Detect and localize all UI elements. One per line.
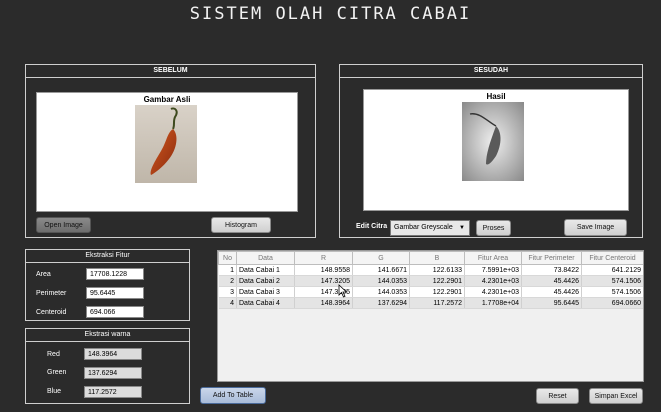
open-image-button[interactable]: Open Image (36, 217, 91, 233)
data-table: No Data R G B Fitur Area Fitur Perimeter… (218, 251, 643, 309)
table-cell: 45.4426 (521, 275, 582, 287)
centroid-field[interactable]: 694.066 (86, 306, 144, 318)
table-cell: Data Cabai 4 (236, 297, 295, 309)
save-image-button[interactable]: Save Image (564, 219, 627, 236)
col-header-g[interactable]: G (352, 251, 410, 265)
table-cell: 148.9558 (294, 264, 353, 276)
original-chili-image (135, 105, 197, 183)
data-table-container[interactable]: No Data R G B Fitur Area Fitur Perimeter… (217, 250, 644, 382)
col-header-area[interactable]: Fitur Area (464, 251, 522, 265)
green-field[interactable]: 137.6294 (84, 367, 142, 379)
table-cell: Data Cabai 2 (236, 275, 295, 287)
col-header-perimeter[interactable]: Fitur Perimeter (521, 251, 582, 265)
edit-mode-value: Gambar Greyscale (394, 224, 453, 231)
table-cell: 144.0353 (352, 275, 410, 287)
table-cell: 148.3964 (294, 297, 353, 309)
table-cell: 3 (218, 286, 237, 298)
table-cell: Data Cabai 3 (236, 286, 295, 298)
before-panel: SEBELUM Gambar Asli Open Image Histogram (25, 64, 316, 238)
edit-mode-select[interactable]: Gambar Greyscale ▼ (390, 220, 470, 236)
table-cell: 1.7708e+04 (464, 297, 522, 309)
after-panel: SESUDAH Hasil Edit Citra Gambar Greyscal… (339, 64, 643, 238)
col-header-no[interactable]: No (218, 251, 237, 265)
color-extraction-panel: Ekstrasi warna Red 148.3964 Green 137.62… (25, 328, 190, 404)
red-field[interactable]: 148.3964 (84, 348, 142, 360)
col-header-centroid[interactable]: Fitur Centeroid (581, 251, 643, 265)
feature-extraction-header: Ekstraksi Fitur (26, 250, 189, 263)
centroid-label: Centeroid (36, 309, 67, 316)
perimeter-field[interactable]: 95.6445 (86, 287, 144, 299)
table-cell: 4.2301e+03 (464, 286, 522, 298)
histogram-button[interactable]: Histogram (211, 217, 271, 233)
table-cell: 574.1506 (581, 275, 643, 287)
table-cell: Data Cabai 1 (236, 264, 295, 276)
table-cell: 4 (218, 297, 237, 309)
table-cell: 117.2572 (409, 297, 465, 309)
table-header-row: No Data R G B Fitur Area Fitur Perimeter… (218, 251, 643, 265)
table-row[interactable]: 1 Data Cabai 1 148.9558 141.6671 122.613… (218, 264, 643, 276)
chevron-down-icon: ▼ (459, 225, 465, 231)
table-cell: 4.2301e+03 (464, 275, 522, 287)
green-label: Green (47, 369, 67, 376)
edit-image-label: Edit Citra (356, 223, 388, 230)
table-cell: 694.0660 (581, 297, 643, 309)
result-greyscale-image (462, 102, 524, 181)
color-extraction-header: Ekstrasi warna (26, 329, 189, 342)
blue-field[interactable]: 117.2572 (84, 386, 142, 398)
blue-label: Blue (47, 388, 62, 395)
red-label: Red (47, 351, 60, 358)
col-header-data[interactable]: Data (236, 251, 295, 265)
area-label: Area (36, 271, 51, 278)
process-button[interactable]: Proses (476, 220, 511, 236)
table-cell: 45.4426 (521, 286, 582, 298)
add-to-table-button[interactable]: Add To Table (200, 387, 266, 404)
table-cell: 1 (218, 264, 237, 276)
col-header-b[interactable]: B (409, 251, 465, 265)
table-cell: 574.1506 (581, 286, 643, 298)
table-cell: 122.2901 (409, 286, 465, 298)
col-header-r[interactable]: R (294, 251, 353, 265)
reset-button[interactable]: Reset (536, 388, 579, 404)
table-cell: 137.6294 (352, 297, 410, 309)
mouse-cursor-icon (338, 284, 348, 298)
result-image-caption: Hasil (486, 92, 506, 101)
before-panel-header: SEBELUM (26, 65, 315, 78)
app-title: SISTEM OLAH CITRA CABAI (189, 4, 472, 24)
feature-extraction-panel: Ekstraksi Fitur Area 17708.1228 Perimete… (25, 249, 190, 321)
result-image-area: Hasil (363, 89, 629, 211)
table-cell: 122.6133 (409, 264, 465, 276)
table-cell: 144.0353 (352, 286, 410, 298)
table-cell: 95.6445 (521, 297, 582, 309)
table-cell: 2 (218, 275, 237, 287)
table-cell: 122.2901 (409, 275, 465, 287)
table-row[interactable]: 4 Data Cabai 4 148.3964 137.6294 117.257… (218, 297, 643, 309)
after-panel-header: SESUDAH (340, 65, 642, 78)
table-cell: 7.5991e+03 (464, 264, 522, 276)
table-row[interactable]: 3 Data Cabai 3 147.3205 144.0353 122.290… (218, 286, 643, 298)
original-image-caption: Gambar Asli (143, 95, 191, 104)
table-cell: 141.6671 (352, 264, 410, 276)
save-excel-button[interactable]: Simpan Excel (589, 388, 643, 404)
area-field[interactable]: 17708.1228 (86, 268, 144, 280)
table-cell: 641.2129 (581, 264, 643, 276)
table-row[interactable]: 2 Data Cabai 2 147.3205 144.0353 122.290… (218, 275, 643, 287)
perimeter-label: Perimeter (36, 290, 67, 297)
original-image-area: Gambar Asli (36, 92, 298, 212)
table-cell: 73.8422 (521, 264, 582, 276)
